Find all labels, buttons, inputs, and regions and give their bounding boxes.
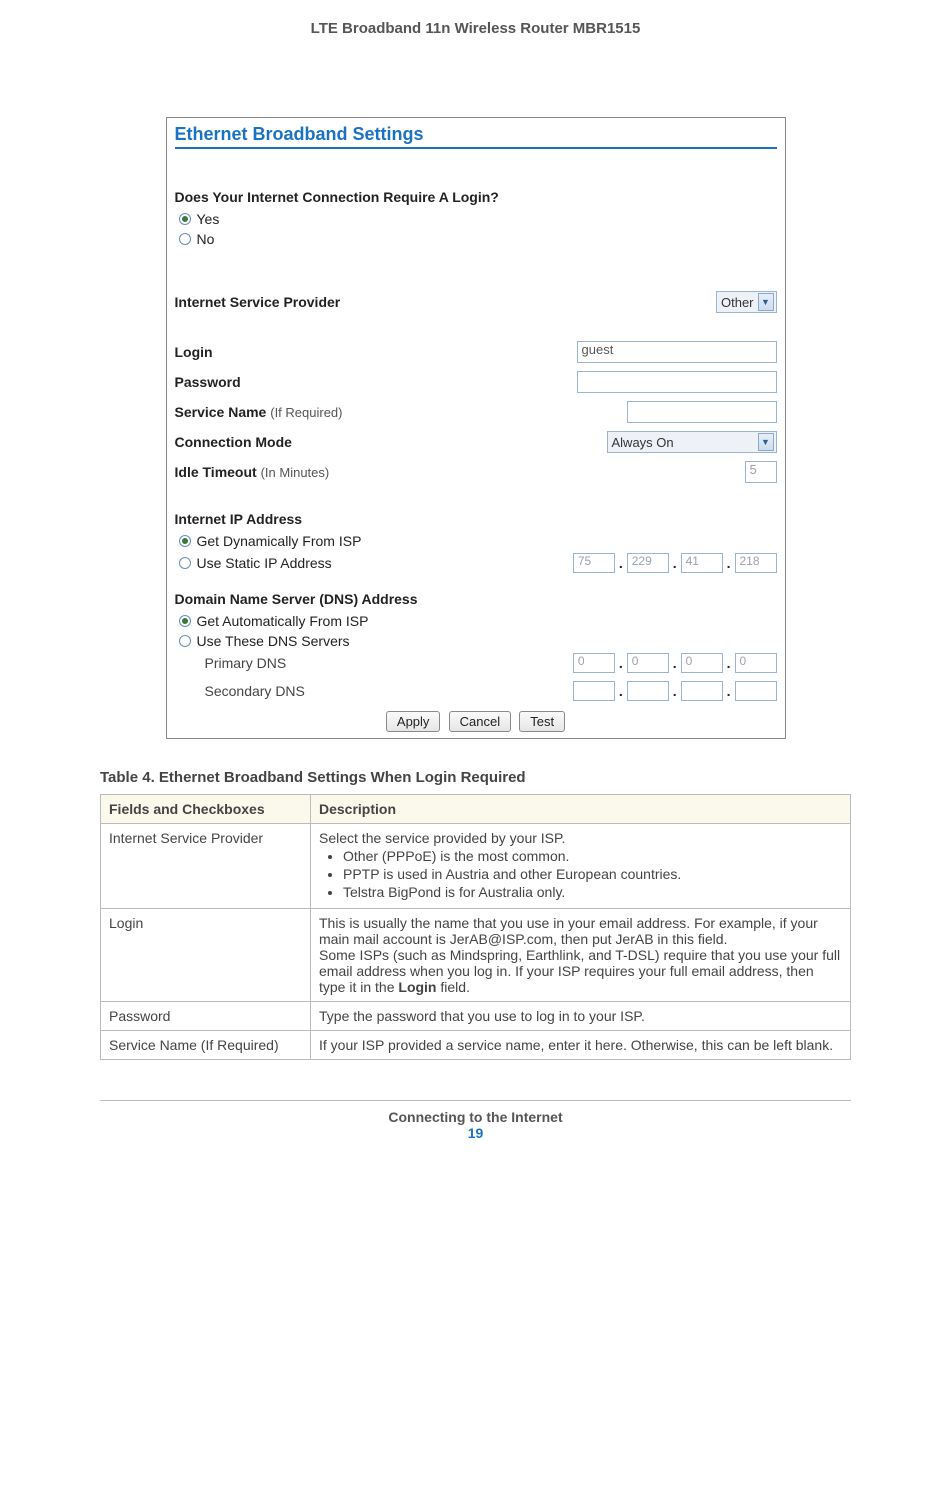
table-row: Internet Service Provider Select the ser… <box>101 824 851 909</box>
radio-icon <box>179 635 191 647</box>
test-button[interactable]: Test <box>519 711 565 732</box>
password-label: Password <box>175 374 241 390</box>
cell-desc: Type the password that you use to log in… <box>311 1002 851 1031</box>
list-item: PPTP is used in Austria and other Europe… <box>343 866 842 882</box>
page-number: 19 <box>100 1125 851 1141</box>
table-row: Service Name (If Required) If your ISP p… <box>101 1031 851 1060</box>
list-item: Telstra BigPond is for Australia only. <box>343 884 842 900</box>
radio-dns-auto[interactable]: Get Automatically From ISP <box>175 613 777 629</box>
cell-field: Login <box>101 909 311 1002</box>
secondary-dns-label: Secondary DNS <box>205 683 305 699</box>
password-input[interactable] <box>577 371 777 393</box>
table-row: Login This is usually the name that you … <box>101 909 851 1002</box>
service-name-label: Service Name (If Required) <box>175 404 343 420</box>
table-row: Password Type the password that you use … <box>101 1002 851 1031</box>
radio-icon <box>179 535 191 547</box>
connection-mode-select[interactable]: Always On ▼ <box>607 431 777 453</box>
select-value: Always On <box>612 435 674 450</box>
col-header: Fields and Checkboxes <box>101 795 311 824</box>
radio-dns-use[interactable]: Use These DNS Servers <box>175 633 777 649</box>
cell-field: Service Name (If Required) <box>101 1031 311 1060</box>
ip-octet-input[interactable]: 75 <box>573 553 615 573</box>
ip-octet-input[interactable] <box>627 681 669 701</box>
login-input[interactable]: guest <box>577 341 777 363</box>
select-value: Other <box>721 295 754 310</box>
dns-heading: Domain Name Server (DNS) Address <box>175 591 777 607</box>
primary-dns-group: 0. 0. 0. 0 <box>573 653 777 673</box>
radio-yes[interactable]: Yes <box>175 211 777 227</box>
chevron-down-icon: ▼ <box>758 433 774 451</box>
internet-ip-heading: Internet IP Address <box>175 511 777 527</box>
footer-section-title: Connecting to the Internet <box>100 1109 851 1125</box>
ip-octet-input[interactable]: 0 <box>573 653 615 673</box>
table-caption: Table 4. Ethernet Broadband Settings Whe… <box>100 769 851 786</box>
radio-label: No <box>197 231 215 247</box>
isp-select[interactable]: Other ▼ <box>716 291 777 313</box>
static-ip-group: 75. 229. 41. 218 <box>573 553 777 573</box>
isp-label: Internet Service Provider <box>175 294 341 310</box>
list-item: Other (PPPoE) is the most common. <box>343 848 842 864</box>
cell-desc: Select the service provided by your ISP.… <box>311 824 851 909</box>
radio-label: Yes <box>197 211 220 227</box>
service-name-input[interactable] <box>627 401 777 423</box>
panel-title: Ethernet Broadband Settings <box>175 124 777 149</box>
settings-table: Fields and Checkboxes Description Intern… <box>100 794 851 1060</box>
primary-dns-label: Primary DNS <box>205 655 287 671</box>
radio-label: Get Automatically From ISP <box>197 613 369 629</box>
radio-label: Get Dynamically From ISP <box>197 533 362 549</box>
connection-mode-label: Connection Mode <box>175 434 292 450</box>
radio-icon <box>179 615 191 627</box>
chevron-down-icon: ▼ <box>758 293 774 311</box>
document-header: LTE Broadband 11n Wireless Router MBR151… <box>100 20 851 37</box>
idle-timeout-label: Idle Timeout (In Minutes) <box>175 464 330 480</box>
ip-octet-input[interactable]: 0 <box>627 653 669 673</box>
radio-ip-dynamic[interactable]: Get Dynamically From ISP <box>175 533 777 549</box>
ip-octet-input[interactable]: 229 <box>627 553 669 573</box>
radio-label: Use These DNS Servers <box>197 633 350 649</box>
page-footer: Connecting to the Internet 19 <box>100 1100 851 1141</box>
radio-icon <box>179 557 191 569</box>
col-header: Description <box>311 795 851 824</box>
login-label: Login <box>175 344 213 360</box>
ip-octet-input[interactable] <box>573 681 615 701</box>
settings-panel: Ethernet Broadband Settings Does Your In… <box>166 117 786 739</box>
require-login-question: Does Your Internet Connection Require A … <box>175 189 777 205</box>
idle-timeout-input[interactable]: 5 <box>745 461 777 483</box>
cancel-button[interactable]: Cancel <box>449 711 511 732</box>
ip-octet-input[interactable]: 41 <box>681 553 723 573</box>
ip-octet-input[interactable]: 0 <box>735 653 777 673</box>
cell-field: Internet Service Provider <box>101 824 311 909</box>
radio-icon <box>179 213 191 225</box>
radio-icon <box>179 233 191 245</box>
cell-desc: This is usually the name that you use in… <box>311 909 851 1002</box>
ip-octet-input[interactable]: 218 <box>735 553 777 573</box>
radio-label: Use Static IP Address <box>197 555 332 571</box>
ip-octet-input[interactable]: 0 <box>681 653 723 673</box>
secondary-dns-group: . . . <box>573 681 777 701</box>
cell-desc: If your ISP provided a service name, ent… <box>311 1031 851 1060</box>
cell-field: Password <box>101 1002 311 1031</box>
radio-no[interactable]: No <box>175 231 777 247</box>
ip-octet-input[interactable] <box>735 681 777 701</box>
ip-octet-input[interactable] <box>681 681 723 701</box>
radio-ip-static[interactable]: Use Static IP Address <box>175 555 332 571</box>
apply-button[interactable]: Apply <box>386 711 441 732</box>
